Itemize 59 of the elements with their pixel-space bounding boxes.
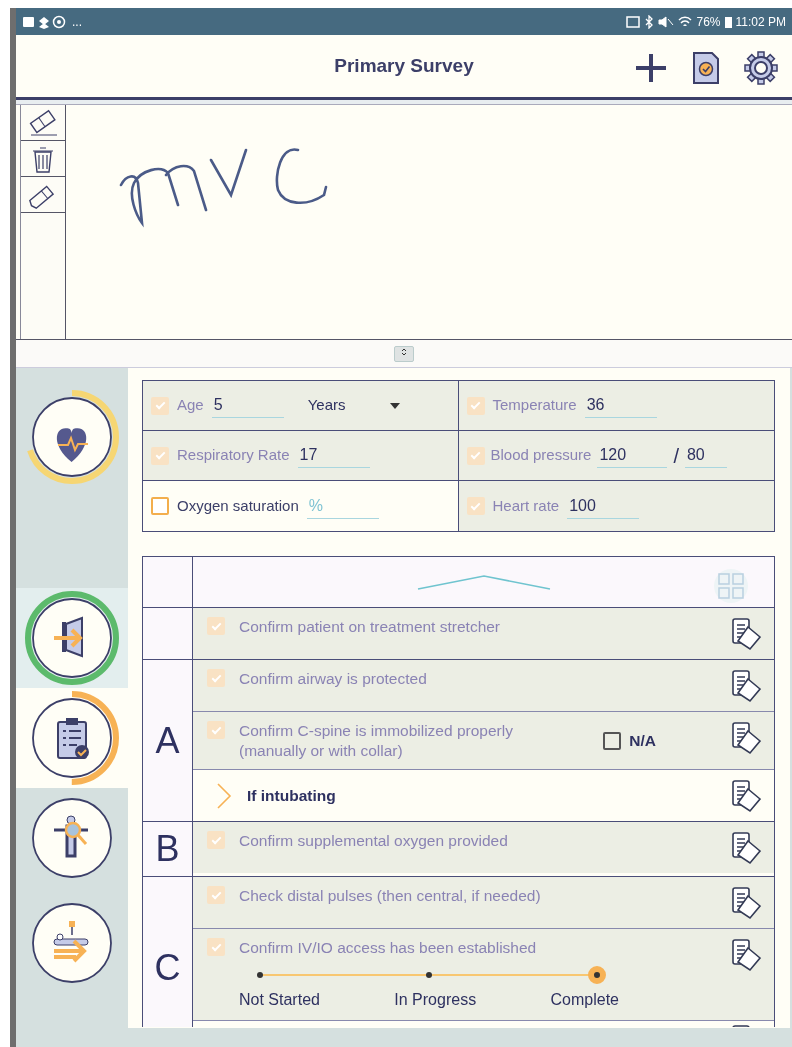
field-label: Age [177, 395, 204, 416]
battery-level: 76% [696, 13, 721, 31]
settings-icon[interactable] [744, 51, 778, 85]
cast-icon [626, 14, 641, 29]
step-label: In Progress [394, 990, 477, 1011]
up-down-arrows-icon [400, 346, 408, 357]
item-label: Confirm C-spine is immobilized properly (manually or with collar) [239, 721, 514, 762]
expander-label[interactable]: If intubating [247, 786, 716, 807]
field-label: Oxygen saturation [177, 495, 299, 516]
input-field[interactable]: 36 [584, 393, 657, 418]
checkbox[interactable] [466, 396, 485, 415]
section-cell: C [143, 877, 193, 1027]
checkbox[interactable] [603, 731, 622, 750]
checkbox[interactable] [151, 396, 169, 415]
unit-dropdown[interactable]: Years [307, 394, 400, 417]
input-field[interactable]: 100 [567, 493, 640, 519]
section-cell: A [143, 660, 193, 822]
separator: / [673, 443, 679, 469]
expand-button[interactable] [394, 345, 414, 362]
plus-icon[interactable] [634, 52, 668, 84]
step-label: Complete [550, 990, 619, 1011]
notification-icons [22, 14, 68, 29]
wifi-icon [678, 15, 693, 28]
checkbox[interactable] [207, 669, 225, 687]
field-label: Temperature [492, 395, 577, 416]
field-label: Respiratory Rate [177, 445, 290, 466]
input-field[interactable]: 120 [597, 443, 668, 468]
screen-title: Primary Survey [334, 54, 474, 78]
step-label: Not Started [239, 990, 320, 1011]
item-label: Confirm IV/IO access has been established [239, 938, 538, 959]
item-label: Check distal pulses (then central, if needed) [239, 886, 542, 907]
field-label: Blood pressure [490, 445, 592, 466]
checkbox[interactable] [466, 446, 485, 465]
item-label: Confirm airway is protected [239, 669, 428, 689]
checkbox[interactable] [466, 497, 485, 515]
checkbox[interactable] [207, 617, 225, 635]
clock: 11:02 PM [735, 13, 786, 31]
field-label: Heart rate [492, 495, 560, 516]
checkbox[interactable] [151, 446, 169, 465]
checkbox[interactable] [207, 721, 225, 739]
mute-icon [658, 14, 675, 29]
checkbox[interactable] [207, 938, 225, 957]
input-field[interactable]: 17 [297, 443, 370, 468]
dropdown-caret-icon [389, 402, 400, 409]
checkbox[interactable] [151, 497, 169, 515]
overflow-indicator: ... [72, 13, 82, 31]
item-label: Confirm supplemental oxygen provided [239, 831, 509, 852]
battery-icon [724, 15, 732, 28]
checkbox[interactable] [207, 831, 225, 850]
input-field[interactable]: 5 [211, 393, 284, 418]
bluetooth-icon [644, 14, 655, 29]
section-cell: B [143, 822, 193, 877]
document-check-icon[interactable] [692, 51, 720, 85]
checkbox[interactable] [207, 886, 225, 905]
input-field[interactable]: 80 [684, 443, 727, 468]
item-label: Confirm patient on treatment stretcher [239, 617, 502, 637]
eraser-icon[interactable] [27, 107, 59, 138]
checkbox-label: N/A [629, 731, 656, 751]
input-field[interactable]: % [306, 493, 379, 519]
